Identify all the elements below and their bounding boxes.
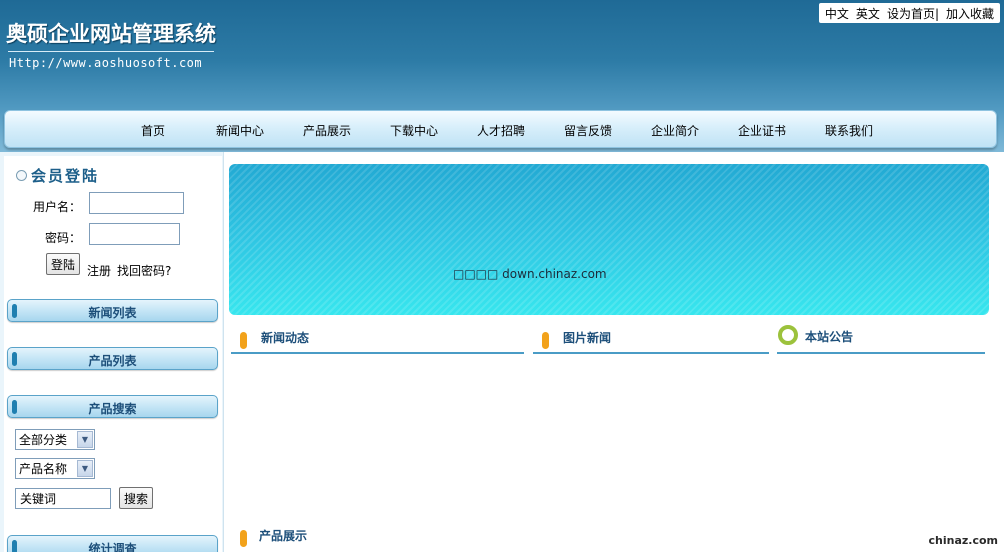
news-dynamic-section: 新闻动态 — [231, 324, 524, 354]
search-button[interactable]: 搜索 — [119, 487, 154, 509]
statistics-header[interactable]: 统计调查 — [7, 535, 218, 552]
category-select-value: 全部分类 — [19, 433, 68, 447]
password-label: 密码： — [45, 231, 82, 245]
site-notice-title[interactable]: 本站公告 — [805, 328, 853, 345]
forgot-password-link[interactable]: 找回密码? — [117, 262, 171, 279]
product-showcase-section: 产品展示 — [231, 524, 991, 552]
nav-item-downloads[interactable]: 下载中心 — [390, 122, 438, 139]
password-input[interactable] — [89, 223, 180, 245]
site-header: 奥硕企业网站管理系统 Http://www.aoshuosoft.com 中文 … — [0, 0, 1004, 152]
top-link-chinese[interactable]: 中文 — [825, 5, 849, 22]
login-title: 会员登陆 — [16, 165, 99, 186]
product-search-label: 产品搜索 — [88, 402, 137, 416]
section-underline — [777, 352, 985, 354]
main-nav: 首页 新闻中心 产品展示 下载中心 人才招聘 留言反馈 企业简介 企业证书 联系… — [4, 110, 997, 148]
ring-icon — [778, 325, 798, 345]
news-list-label: 新闻列表 — [88, 306, 137, 320]
register-link[interactable]: 注册 — [87, 262, 111, 279]
left-sidebar: 会员登陆 用户名： 密码： 登陆 注册 找回密码? 新闻列表 产品列表 产品搜索… — [0, 152, 224, 552]
nav-item-contact[interactable]: 联系我们 — [825, 122, 873, 139]
statistics-label: 统计调查 — [88, 542, 137, 552]
site-title: 奥硕企业网站管理系统 — [6, 21, 216, 46]
top-link-set-homepage[interactable]: 设为首页| — [887, 5, 939, 22]
watermark: chinaz.com — [928, 534, 999, 547]
bullet-icon — [240, 530, 247, 547]
nav-item-feedback[interactable]: 留言反馈 — [564, 122, 612, 139]
left-sidebar-panel: 会员登陆 用户名： 密码： 登陆 注册 找回密码? 新闻列表 产品列表 产品搜索… — [4, 156, 222, 552]
banner: □□□□ down.chinaz.com — [229, 164, 989, 315]
logo-divider — [8, 51, 214, 52]
nav-item-jobs[interactable]: 人才招聘 — [477, 122, 525, 139]
login-title-text: 会员登陆 — [31, 167, 100, 185]
username-input[interactable] — [89, 192, 184, 214]
news-list-header[interactable]: 新闻列表 — [7, 299, 218, 322]
picture-news-title[interactable]: 图片新闻 — [563, 329, 611, 346]
bullet-icon — [240, 332, 247, 349]
login-button[interactable]: 登陆 — [46, 253, 81, 275]
site-notice-section: 本站公告 — [777, 324, 985, 354]
top-links: 中文 英文 设为首页| 加入收藏 — [818, 3, 1000, 23]
product-list-header[interactable]: 产品列表 — [7, 347, 218, 370]
field-select[interactable]: 产品名称 ▼ — [15, 458, 95, 479]
picture-news-section: 图片新闻 — [533, 324, 769, 354]
nav-item-news[interactable]: 新闻中心 — [216, 122, 264, 139]
top-link-add-favorite[interactable]: 加入收藏 — [946, 5, 994, 22]
section-underline — [533, 352, 769, 354]
product-showcase-title[interactable]: 产品展示 — [259, 527, 307, 544]
site-url: Http://www.aoshuosoft.com — [9, 56, 203, 70]
username-label: 用户名： — [33, 200, 82, 214]
nav-item-certificates[interactable]: 企业证书 — [738, 122, 786, 139]
product-list-label: 产品列表 — [88, 354, 137, 368]
keyword-input[interactable] — [15, 488, 111, 509]
top-link-english[interactable]: 英文 — [856, 5, 880, 22]
nav-item-products[interactable]: 产品展示 — [303, 122, 351, 139]
news-dynamic-title[interactable]: 新闻动态 — [261, 329, 309, 346]
circle-icon — [16, 170, 27, 181]
nav-item-about[interactable]: 企业简介 — [651, 122, 699, 139]
product-search-header[interactable]: 产品搜索 — [7, 395, 218, 418]
field-select-value: 产品名称 — [19, 462, 68, 476]
banner-text: □□□□ down.chinaz.com — [453, 267, 607, 281]
bullet-icon — [542, 332, 549, 349]
chevron-down-icon: ▼ — [77, 431, 93, 448]
chevron-down-icon: ▼ — [77, 460, 93, 477]
nav-item-home[interactable]: 首页 — [141, 122, 165, 139]
category-select[interactable]: 全部分类 ▼ — [15, 429, 95, 450]
section-underline — [231, 352, 524, 354]
